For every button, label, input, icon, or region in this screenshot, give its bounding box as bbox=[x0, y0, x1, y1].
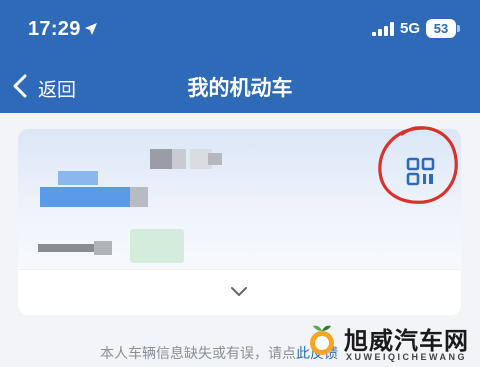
watermark: 旭威汽车网 XUWEIQICHEWANG bbox=[300, 317, 480, 367]
watermark-name: 旭威汽车网 bbox=[344, 327, 469, 355]
nav-bar: 返回 我的机动车 bbox=[0, 62, 480, 108]
app-header: 17:29 5G 53 返回 我的机动车 bbox=[0, 0, 480, 113]
redacted-plate-block bbox=[150, 149, 172, 169]
feedback-hint-text: 本人车辆信息缺失或有误，请点 bbox=[100, 345, 296, 361]
orange-logo-icon bbox=[310, 325, 334, 355]
vehicle-card[interactable] bbox=[18, 129, 461, 315]
battery-indicator: 53 bbox=[426, 19, 456, 38]
cellular-signal-icon bbox=[372, 22, 394, 36]
redacted-image-block bbox=[130, 229, 184, 263]
location-arrow-icon bbox=[85, 23, 97, 35]
battery-tip bbox=[457, 25, 460, 32]
redacted-image-block bbox=[58, 171, 98, 185]
card-divider bbox=[18, 269, 461, 270]
redacted-text-block bbox=[38, 244, 98, 252]
vehicle-info-area bbox=[18, 129, 461, 269]
page-title: 我的机动车 bbox=[187, 77, 293, 100]
chevron-down-icon[interactable] bbox=[229, 285, 249, 299]
status-time: 17:29 bbox=[28, 18, 81, 40]
status-bar: 17:29 5G 53 bbox=[0, 0, 480, 60]
watermark-sub: XUWEIQICHEWANG bbox=[346, 352, 468, 362]
redacted-image-block bbox=[130, 187, 148, 207]
redacted-plate-block bbox=[172, 149, 186, 169]
redacted-plate-block bbox=[208, 153, 222, 165]
network-type: 5G bbox=[400, 20, 421, 37]
redacted-text-block bbox=[94, 241, 112, 255]
redacted-image-block bbox=[40, 187, 138, 207]
qr-code-icon[interactable] bbox=[406, 157, 436, 187]
